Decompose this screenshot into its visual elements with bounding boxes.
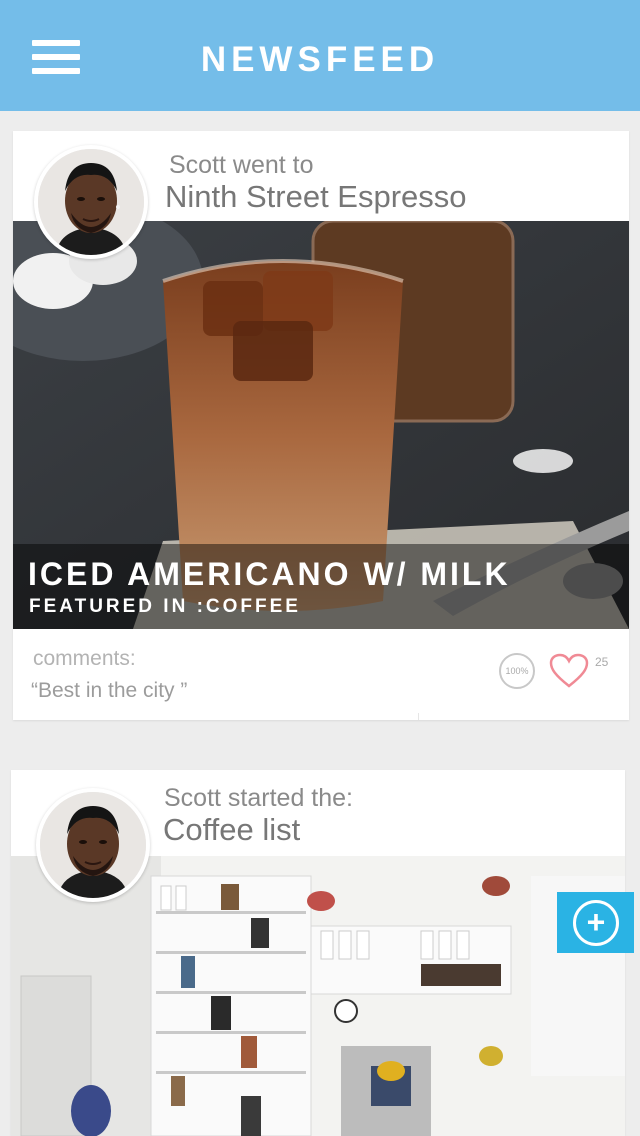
comment-text[interactable]: “Best in the city ” [31,679,187,703]
avatar[interactable] [36,788,150,902]
item-overlay: ICED AMERICANO W/ MILK FEATURED IN :COFF… [13,544,629,629]
place-name[interactable]: Ninth Street Espresso [165,179,467,215]
divider [418,713,419,720]
app-header: NEWSFEED [0,0,640,111]
avatar[interactable] [34,145,148,259]
list-name[interactable]: Coffee list [163,812,300,848]
plus-circle-icon: + [573,900,619,946]
like-count: 25 [595,655,609,669]
comments-label: comments: [33,647,136,670]
page-title: NEWSFEED [200,40,440,79]
feed-card[interactable]: Scott started the: Coffee list [11,770,625,1136]
card-header: Scott went to Ninth Street Espresso [13,131,629,259]
heart-icon[interactable] [549,653,589,689]
post-photo[interactable]: ICED AMERICANO W/ MILK FEATURED IN :COFF… [13,221,629,629]
rating-badge[interactable]: 100% [499,653,535,689]
item-featured-in[interactable]: FEATURED IN :COFFEE [29,596,301,618]
item-title: ICED AMERICANO W/ MILK [28,556,511,592]
add-to-list-button[interactable]: + [557,892,634,953]
card-header: Scott started the: Coffee list [11,770,625,902]
feed-card[interactable]: Scott went to Ninth Street Espresso ICED… [13,131,629,720]
activity-text: Scott went to [169,151,314,179]
activity-text: Scott started the: [164,784,353,812]
card-footer: comments: “Best in the city ” 100% 25 [13,629,629,720]
